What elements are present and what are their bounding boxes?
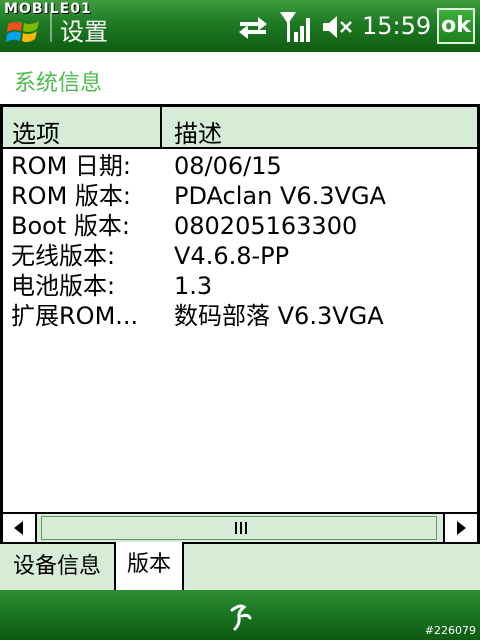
sync-arrows-icon[interactable]	[236, 12, 270, 42]
title-separator	[50, 12, 52, 42]
horizontal-scrollbar[interactable]	[3, 512, 477, 542]
list-rows: ROM 日期: 08/06/15 ROM 版本: PDAclan V6.3VGA…	[3, 151, 477, 331]
item-key: 电池版本:	[11, 272, 116, 300]
list-item[interactable]: 电池版本: 1.3	[3, 271, 477, 301]
system-info-list[interactable]: 选项 描述 ROM 日期: 08/06/15 ROM 版本: PDAclan V…	[0, 104, 480, 542]
tab-version[interactable]: 版本	[114, 542, 184, 590]
scroll-thumb[interactable]	[41, 516, 437, 540]
list-item[interactable]: ROM 版本: PDAclan V6.3VGA	[3, 181, 477, 211]
item-value: 08/06/15	[174, 152, 282, 180]
item-value: 数码部落 V6.3VGA	[174, 302, 384, 330]
list-item[interactable]: 无线版本: V4.6.8-PP	[3, 241, 477, 271]
item-key: Boot 版本:	[11, 212, 130, 240]
title-bar: MOBILE01 设置 15:59 ok	[0, 0, 480, 52]
list-item[interactable]: ROM 日期: 08/06/15	[3, 151, 477, 181]
item-value: 1.3	[174, 272, 213, 300]
list-item[interactable]: Boot 版本: 080205163300	[3, 211, 477, 241]
speaker-muted-icon[interactable]	[320, 12, 354, 42]
triangle-left-icon	[14, 521, 23, 535]
clock[interactable]: 15:59	[362, 12, 431, 40]
grip-icon	[235, 522, 247, 534]
image-id-label: #226079	[424, 624, 476, 637]
ok-button[interactable]: ok	[437, 8, 475, 44]
page-header: 系统信息	[0, 52, 480, 104]
column-header-option[interactable]: 选项	[12, 114, 60, 149]
tab-strip: 设备信息 版本	[0, 542, 480, 590]
item-value: PDAclan V6.3VGA	[174, 182, 386, 210]
input-panel-icon[interactable]	[222, 598, 258, 632]
item-value: V4.6.8-PP	[174, 242, 290, 270]
list-item[interactable]: 扩展ROM... 数码部落 V6.3VGA	[3, 301, 477, 331]
item-key: ROM 日期:	[11, 152, 131, 180]
page-title: 系统信息	[14, 71, 103, 96]
item-key: 扩展ROM...	[11, 302, 139, 330]
window-title: 设置	[60, 18, 108, 46]
triangle-right-icon	[457, 521, 466, 535]
windows-flag-icon[interactable]	[4, 14, 44, 48]
soft-key-bar: #226079	[0, 590, 480, 640]
item-value: 080205163300	[174, 212, 358, 240]
column-header-description[interactable]: 描述	[174, 114, 222, 149]
column-divider[interactable]	[160, 107, 162, 147]
item-key: ROM 版本:	[11, 182, 131, 210]
signal-strength-icon[interactable]	[278, 10, 314, 44]
scroll-left-button[interactable]	[3, 514, 37, 542]
tab-device-info[interactable]: 设备信息	[0, 544, 114, 590]
column-header: 选项 描述	[3, 107, 477, 149]
scroll-right-button[interactable]	[443, 514, 477, 542]
item-key: 无线版本:	[11, 242, 116, 270]
